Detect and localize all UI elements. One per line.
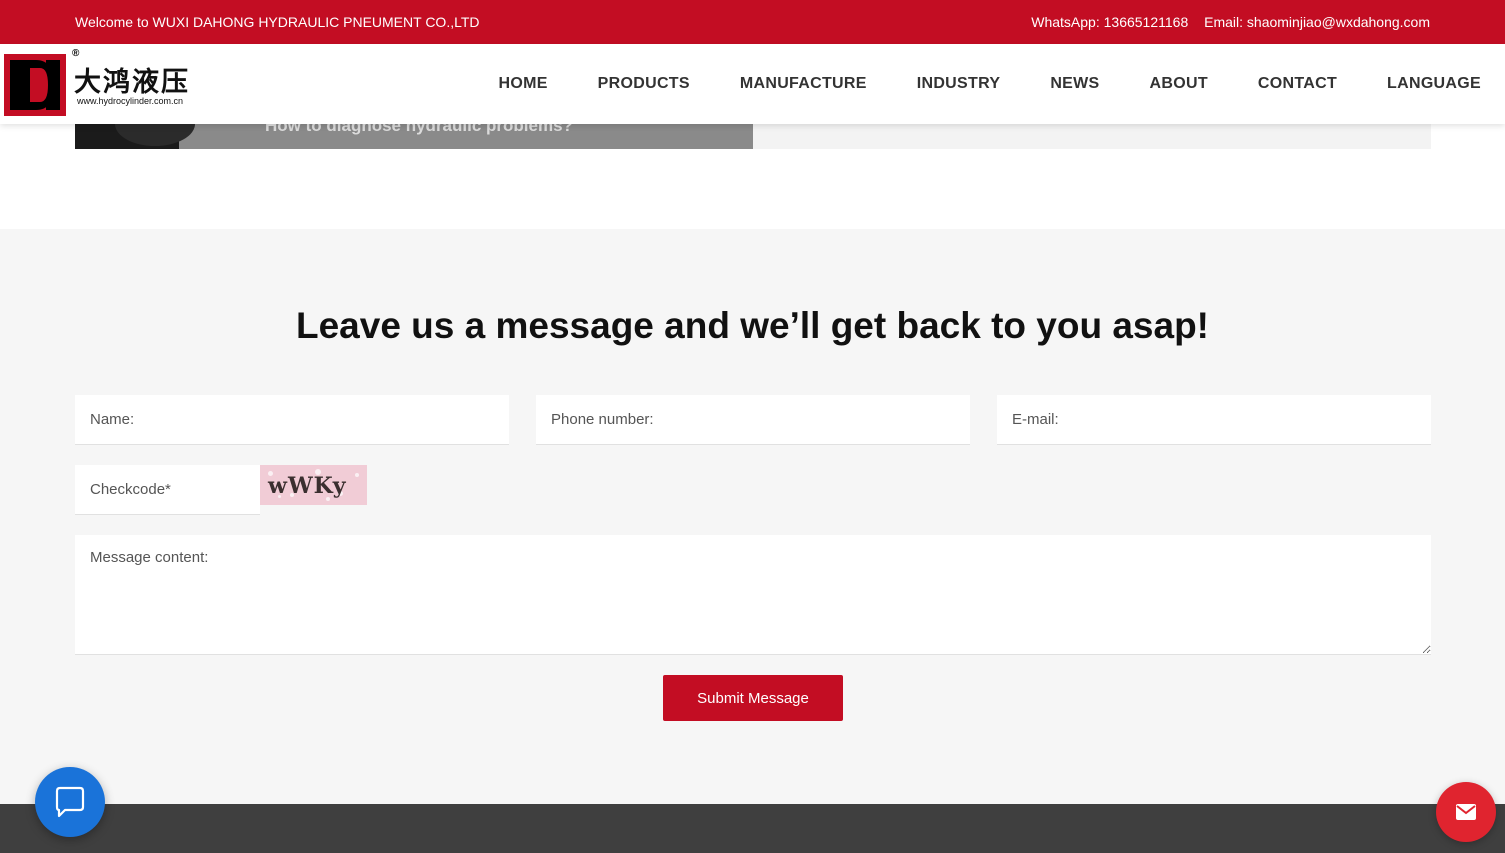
nav-home[interactable]: HOME — [498, 75, 547, 93]
logo-chinese-name: 大鸿液压 — [74, 67, 190, 98]
nav-language[interactable]: LANGUAGE — [1387, 75, 1481, 93]
top-contact: WhatsApp: 13665121168 Email: shaominjiao… — [1031, 14, 1430, 30]
phone-input[interactable] — [536, 395, 970, 445]
captcha-text: wWKy — [268, 473, 347, 499]
email-input[interactable] — [997, 395, 1431, 445]
news-card[interactable]: How to diagnose hydraulic problems? — [75, 124, 753, 149]
logo-url: www.hydrocylinder.com.cn — [77, 96, 184, 106]
email-link[interactable]: Email: shaominjiao@wxdahong.com — [1204, 14, 1430, 30]
nav-contact[interactable]: CONTACT — [1258, 75, 1337, 93]
whatsapp-link[interactable]: WhatsApp: 13665121168 — [1031, 14, 1188, 30]
news-card-title: How to diagnose hydraulic problems? — [265, 124, 573, 135]
nav-news[interactable]: NEWS — [1050, 75, 1099, 93]
chat-bubble-icon — [55, 786, 85, 818]
nav-about[interactable]: ABOUT — [1150, 75, 1208, 93]
main-navbar: ® 大鸿液压 www.hydrocylinder.com.cn HOME PRO… — [0, 44, 1505, 124]
checkcode-input[interactable] — [75, 465, 260, 515]
welcome-text: Welcome to WUXI DAHONG HYDRAULIC PNEUMEN… — [75, 14, 480, 30]
chat-button[interactable] — [35, 767, 105, 837]
registered-mark: ® — [72, 48, 80, 59]
news-thumbnail — [75, 124, 195, 149]
message-form-section: Leave us a message and we’ll get back to… — [0, 229, 1505, 804]
top-bar: Welcome to WUXI DAHONG HYDRAULIC PNEUMEN… — [0, 0, 1505, 44]
company-logo[interactable]: ® 大鸿液压 www.hydrocylinder.com.cn — [4, 48, 204, 120]
nav-manufacture[interactable]: MANUFACTURE — [740, 75, 867, 93]
previous-news-section: How to diagnose hydraulic problems? — [0, 124, 1505, 229]
logo-mark-icon — [4, 54, 66, 116]
envelope-icon — [1456, 804, 1476, 820]
footer — [0, 804, 1505, 853]
main-nav: HOME PRODUCTS MANUFACTURE INDUSTRY NEWS … — [448, 44, 1481, 124]
message-textarea[interactable] — [75, 535, 1431, 655]
nav-industry[interactable]: INDUSTRY — [917, 75, 1001, 93]
mail-button[interactable] — [1436, 782, 1496, 842]
name-input[interactable] — [75, 395, 509, 445]
submit-button[interactable]: Submit Message — [663, 675, 843, 721]
form-title: Leave us a message and we’ll get back to… — [295, 305, 1210, 346]
captcha-image[interactable]: wWKy — [260, 465, 367, 505]
news-card-side — [753, 124, 1431, 149]
nav-products[interactable]: PRODUCTS — [598, 75, 690, 93]
